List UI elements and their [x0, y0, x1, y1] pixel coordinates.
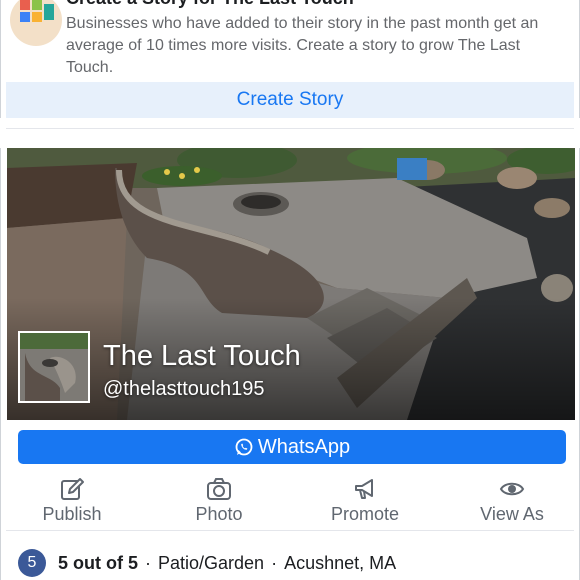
rating-row[interactable]: 5 5 out of 5 · Patio/Garden · Acushnet, …	[18, 548, 396, 578]
profile-picture-image	[20, 333, 88, 401]
view-as-action[interactable]: View As	[452, 472, 572, 530]
whatsapp-button[interactable]: WhatsApp	[18, 430, 566, 464]
rating-score: 5 out of 5	[58, 552, 138, 573]
edit-icon	[61, 478, 84, 500]
create-story-card: Create a Story for The Last Touch Busine…	[6, 0, 574, 118]
profile-picture[interactable]	[18, 331, 90, 403]
whatsapp-label: WhatsApp	[257, 435, 351, 458]
separator-dot: ·	[271, 552, 278, 573]
section-gap	[0, 118, 580, 148]
story-thumbnail	[10, 0, 62, 46]
page-handle: @thelasttouch195	[103, 378, 265, 400]
page-actions: Publish Photo Promote View As	[0, 472, 580, 530]
page-location: Acushnet, MA	[284, 552, 397, 573]
page-category: Patio/Garden	[158, 552, 265, 573]
megaphone-icon	[355, 479, 373, 499]
separator-dot: ·	[145, 552, 151, 573]
photo-label: Photo	[195, 504, 243, 524]
create-story-button[interactable]: Create Story	[6, 82, 574, 118]
photo-action[interactable]: Photo	[159, 472, 279, 530]
publish-label: Publish	[42, 504, 102, 524]
story-title: Create a Story for The Last Touch	[66, 0, 354, 9]
view-as-label: View As	[480, 504, 544, 524]
cover-photo[interactable]	[7, 148, 575, 420]
rating-badge: 5	[18, 549, 46, 577]
eye-icon	[499, 482, 525, 496]
publish-action[interactable]: Publish	[12, 472, 132, 530]
promote-label: Promote	[330, 504, 400, 524]
cover-photo-image	[7, 148, 575, 420]
promote-action[interactable]: Promote	[305, 472, 425, 530]
whatsapp-icon	[235, 438, 253, 456]
story-description: Businesses who have added to their story…	[66, 15, 539, 76]
camera-icon	[207, 478, 231, 500]
divider	[6, 530, 574, 531]
page-name: The Last Touch	[103, 340, 301, 372]
